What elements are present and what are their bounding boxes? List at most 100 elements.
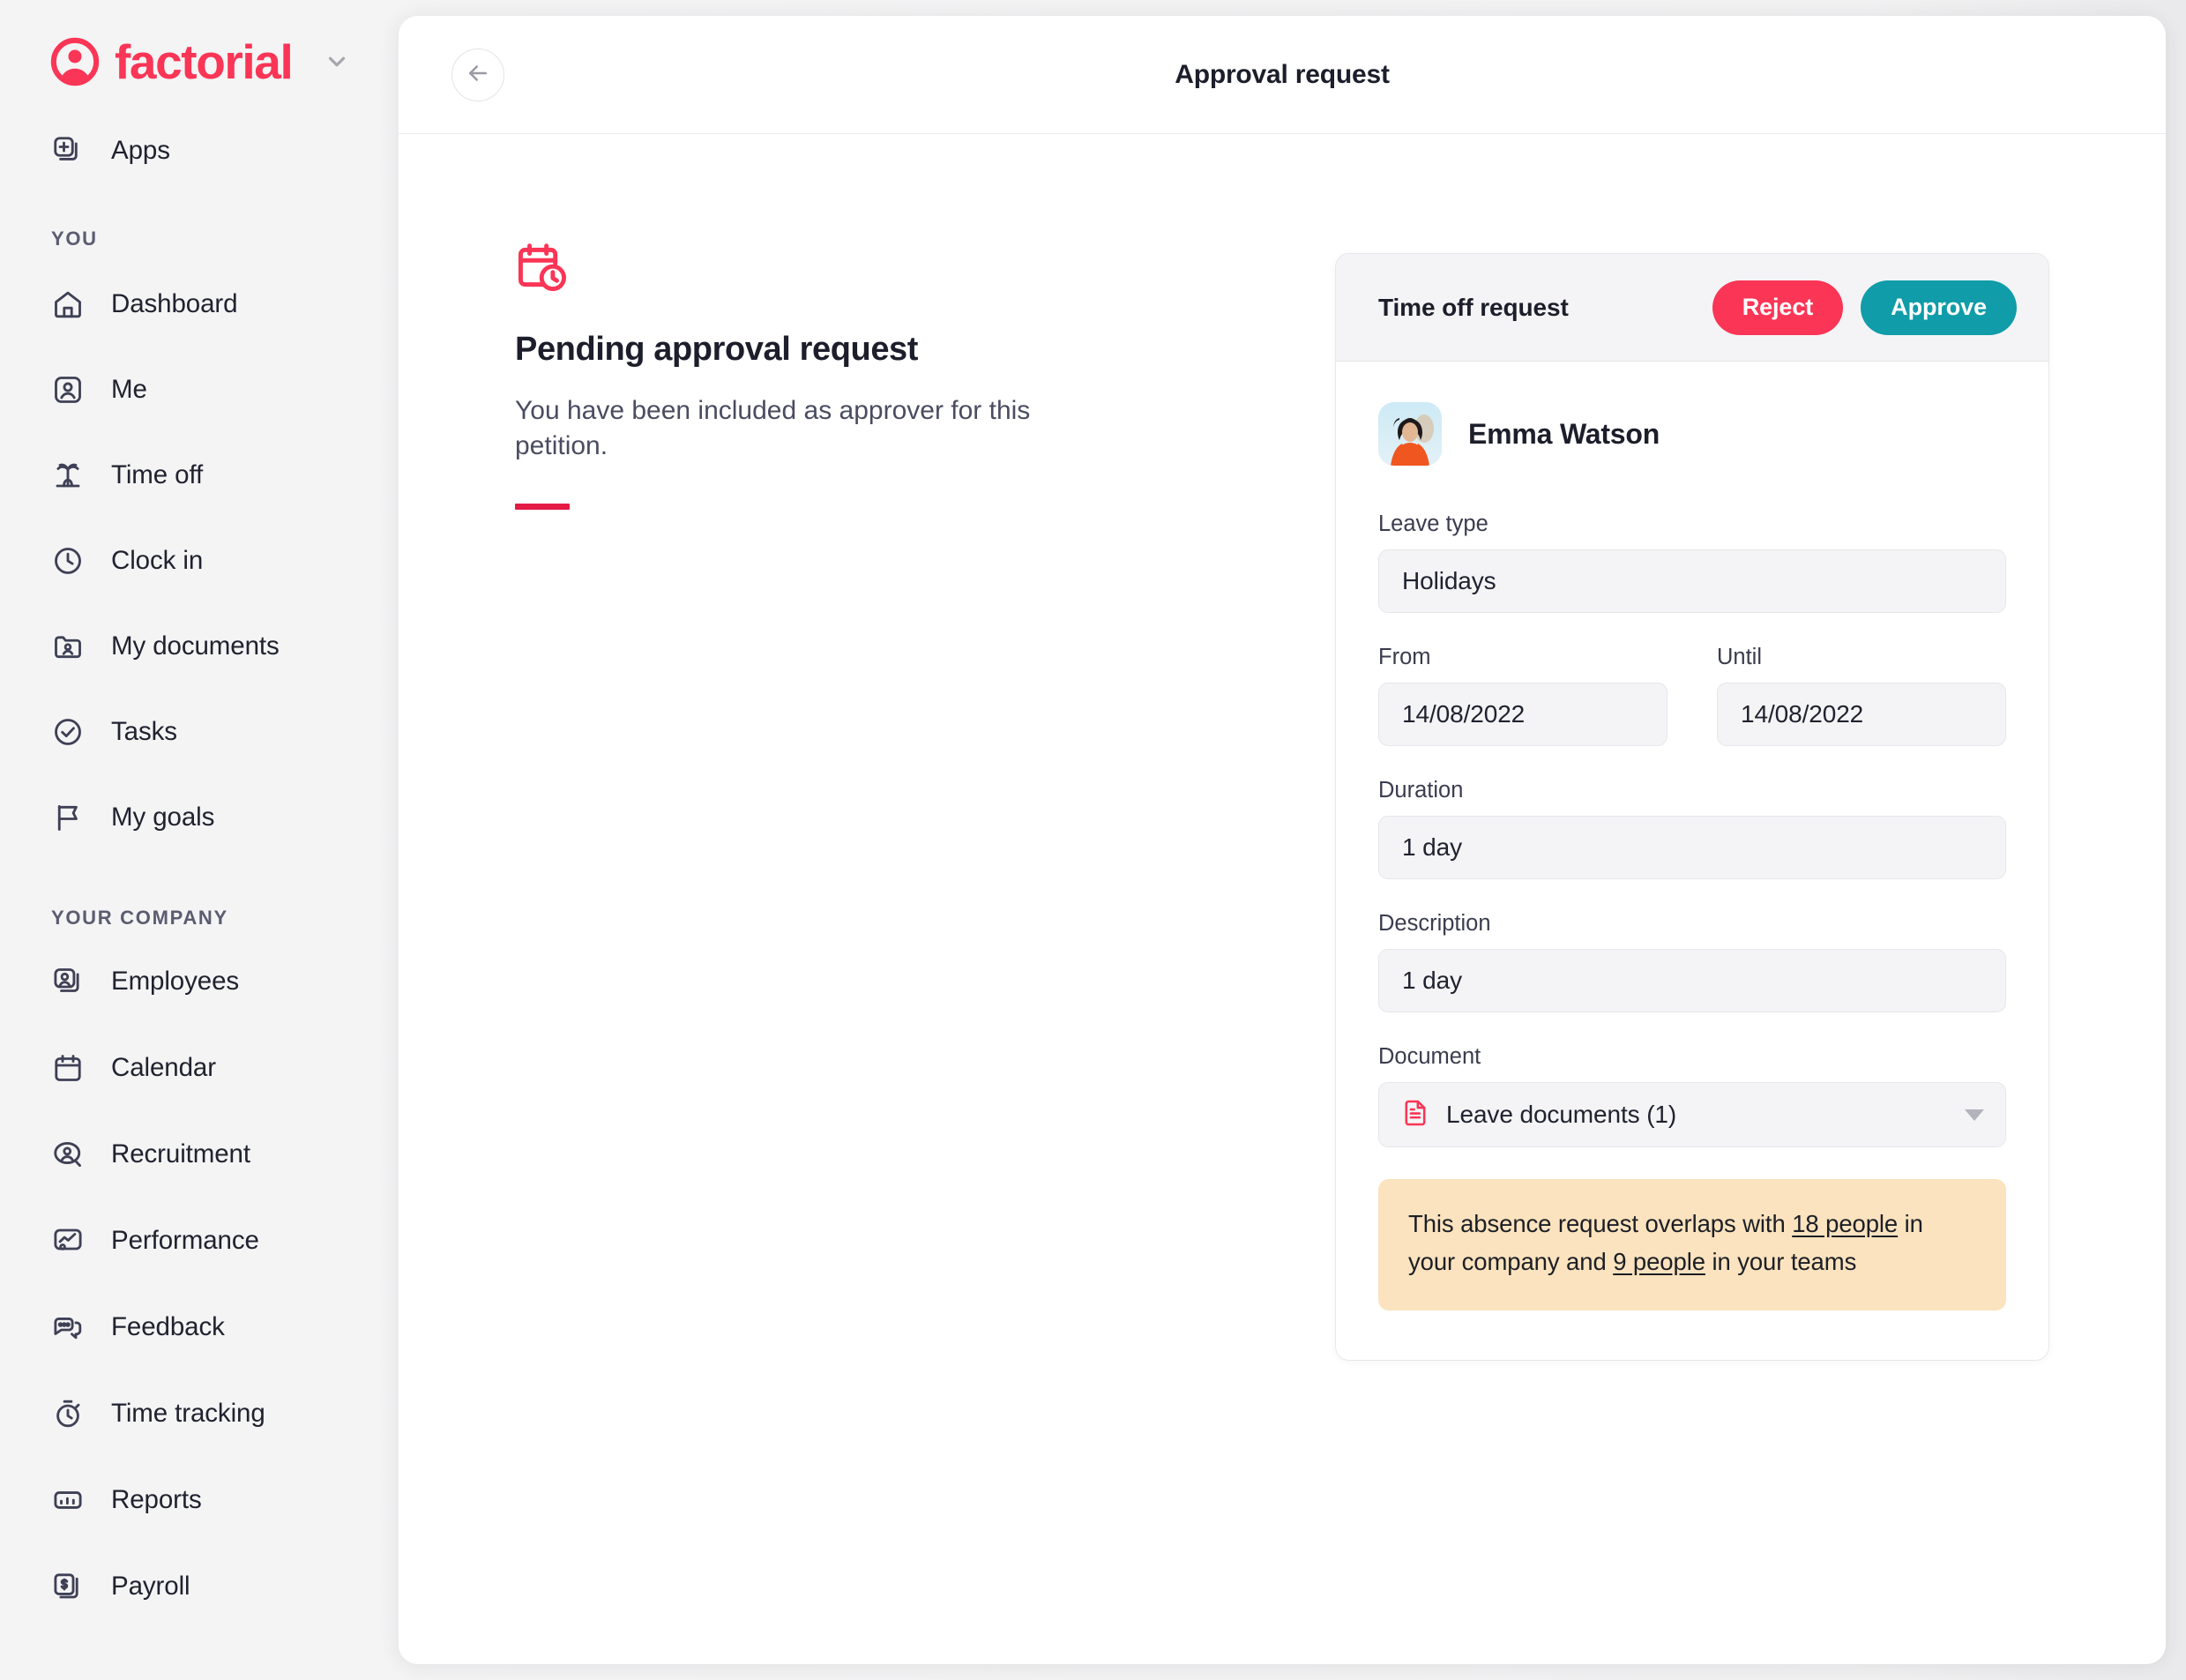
duration-value[interactable]: 1 day bbox=[1378, 816, 2006, 879]
sidebar-section-you: YOU bbox=[51, 228, 98, 250]
sidebar-item-label: Clock in bbox=[111, 546, 204, 575]
sidebar-item-label: Employees bbox=[111, 967, 240, 996]
field-description: Description 1 day bbox=[1378, 911, 2006, 1012]
sidebar-item-recruitment[interactable]: Recruitment bbox=[0, 1127, 399, 1182]
date-range-row: From 14/08/2022 Until 14/08/2022 bbox=[1378, 645, 2006, 778]
sidebar-item-me[interactable]: Me bbox=[0, 362, 399, 417]
sidebar-item-employees[interactable]: Employees bbox=[0, 954, 399, 1009]
calendar-clock-icon bbox=[515, 240, 1150, 299]
home-icon bbox=[51, 287, 85, 321]
field-duration: Duration 1 day bbox=[1378, 778, 2006, 879]
request-card-body: Emma Watson Leave type Holidays From 14/… bbox=[1336, 362, 2048, 1360]
until-date-value[interactable]: 14/08/2022 bbox=[1717, 683, 2006, 746]
alert-text-3: in your teams bbox=[1705, 1247, 1857, 1275]
request-actions: Reject Approve bbox=[1712, 280, 2017, 335]
sidebar-item-my-goals[interactable]: My goals bbox=[0, 790, 399, 845]
field-label: From bbox=[1378, 645, 1431, 669]
document-select-value: Leave documents (1) bbox=[1446, 1101, 1677, 1128]
chevron-down-icon[interactable] bbox=[324, 49, 350, 75]
sidebar-item-calendar[interactable]: Calendar bbox=[0, 1041, 399, 1095]
sidebar: factorial Apps YOU Dashboard Me Time off… bbox=[0, 0, 399, 1680]
caret-down-icon[interactable] bbox=[1965, 1109, 1984, 1121]
reject-button[interactable]: Reject bbox=[1712, 280, 1844, 335]
palm-tree-icon bbox=[51, 459, 85, 492]
folder-person-icon bbox=[51, 630, 85, 663]
check-circle-icon bbox=[51, 715, 85, 749]
stopwatch-icon bbox=[51, 1397, 85, 1430]
info-subtitle: You have been included as approver for t… bbox=[515, 396, 1031, 460]
sidebar-item-label: Me bbox=[111, 375, 147, 404]
apps-plus-icon bbox=[51, 134, 85, 168]
app-root: factorial Apps YOU Dashboard Me Time off… bbox=[0, 0, 2186, 1680]
sidebar-item-time-off[interactable]: Time off bbox=[0, 448, 399, 503]
back-button[interactable] bbox=[451, 48, 504, 101]
field-label: Until bbox=[1717, 645, 1763, 669]
brand-row[interactable]: factorial bbox=[0, 0, 399, 123]
employee-name: Emma Watson bbox=[1468, 417, 1660, 450]
brand-name: factorial bbox=[115, 34, 294, 89]
employee-row: Emma Watson bbox=[1378, 402, 2006, 466]
sidebar-item-label: Tasks bbox=[111, 717, 177, 746]
sidebar-item-my-documents[interactable]: My documents bbox=[0, 619, 399, 674]
sidebar-item-label: Time tracking bbox=[111, 1399, 265, 1428]
chat-bubbles-icon bbox=[51, 1310, 85, 1344]
time-off-request-card: Time off request Reject Approve Emma Wat… bbox=[1335, 253, 2049, 1362]
document-red-icon bbox=[1400, 1098, 1430, 1132]
sidebar-item-clock-in[interactable]: Clock in bbox=[0, 534, 399, 588]
sidebar-item-label: Recruitment bbox=[111, 1139, 250, 1169]
flag-icon bbox=[51, 801, 85, 834]
sidebar-item-label: Reports bbox=[111, 1485, 202, 1514]
field-label: Document bbox=[1378, 1044, 1481, 1069]
page-title: Approval request bbox=[1175, 59, 1390, 89]
sidebar-item-tasks[interactable]: Tasks bbox=[0, 705, 399, 759]
sidebar-item-payroll[interactable]: Payroll bbox=[0, 1559, 399, 1614]
sidebar-item-dashboard[interactable]: Dashboard bbox=[0, 277, 399, 332]
sidebar-item-feedback[interactable]: Feedback bbox=[0, 1300, 399, 1355]
alert-text-1: This absence request overlaps with bbox=[1408, 1210, 1793, 1237]
sidebar-list-company: Employees Calendar Recruitment Performan… bbox=[0, 954, 399, 1614]
money-bill-icon bbox=[51, 1570, 85, 1603]
field-label: Leave type bbox=[1378, 511, 1488, 536]
overlap-company-link[interactable]: 18 people bbox=[1792, 1210, 1898, 1237]
clock-icon bbox=[51, 544, 85, 578]
brand-logo[interactable]: factorial bbox=[49, 34, 294, 89]
field-label: Duration bbox=[1378, 778, 1464, 803]
sidebar-item-time-tracking[interactable]: Time tracking bbox=[0, 1386, 399, 1441]
sidebar-item-performance[interactable]: Performance bbox=[0, 1213, 399, 1268]
sidebar-item-label: Time off bbox=[111, 460, 204, 489]
pending-approval-info: Pending approval request You have been i… bbox=[515, 240, 1150, 510]
accent-rule bbox=[515, 503, 570, 510]
overlap-teams-link[interactable]: 9 people bbox=[1613, 1248, 1705, 1275]
from-date-value[interactable]: 14/08/2022 bbox=[1378, 683, 1667, 746]
panel-header: Approval request bbox=[399, 16, 2166, 134]
factorial-logo-icon bbox=[49, 36, 101, 87]
sidebar-item-label: Feedback bbox=[111, 1312, 225, 1341]
leave-type-value[interactable]: Holidays bbox=[1378, 549, 2006, 613]
description-value[interactable]: 1 day bbox=[1378, 949, 2006, 1012]
field-leave-type: Leave type Holidays bbox=[1378, 511, 2006, 613]
main-panel: Approval request Pending approval reques… bbox=[399, 16, 2166, 1664]
sidebar-item-label: My goals bbox=[111, 803, 215, 832]
approve-button[interactable]: Approve bbox=[1861, 280, 2017, 335]
sidebar-item-label: Dashboard bbox=[111, 289, 238, 318]
document-select[interactable]: Leave documents (1) bbox=[1378, 1082, 2006, 1147]
sidebar-item-reports[interactable]: Reports bbox=[0, 1473, 399, 1527]
field-until: Until 14/08/2022 bbox=[1717, 645, 2006, 746]
field-document: Document Leave documents (1) bbox=[1378, 1044, 2006, 1147]
person-search-icon bbox=[51, 1138, 85, 1171]
sidebar-section-your-company: YOUR COMPANY bbox=[51, 907, 228, 929]
overlap-alert: This absence request overlaps with 18 pe… bbox=[1378, 1179, 2006, 1311]
sidebar-item-label: Performance bbox=[111, 1226, 259, 1255]
sidebar-item-apps[interactable]: Apps bbox=[0, 123, 399, 178]
sidebar-item-label: Payroll bbox=[111, 1572, 190, 1601]
sidebar-item-label: My documents bbox=[111, 631, 280, 661]
bar-chart-icon bbox=[51, 1483, 85, 1517]
performance-chart-icon bbox=[51, 1224, 85, 1258]
info-title: Pending approval request bbox=[515, 331, 919, 368]
people-stack-icon bbox=[51, 965, 85, 998]
avatar bbox=[1378, 402, 1442, 466]
sidebar-list-you: Dashboard Me Time off Clock in My docume… bbox=[0, 277, 399, 845]
person-card-icon bbox=[51, 373, 85, 407]
request-card-header: Time off request Reject Approve bbox=[1336, 254, 2048, 362]
field-label: Description bbox=[1378, 911, 1491, 936]
